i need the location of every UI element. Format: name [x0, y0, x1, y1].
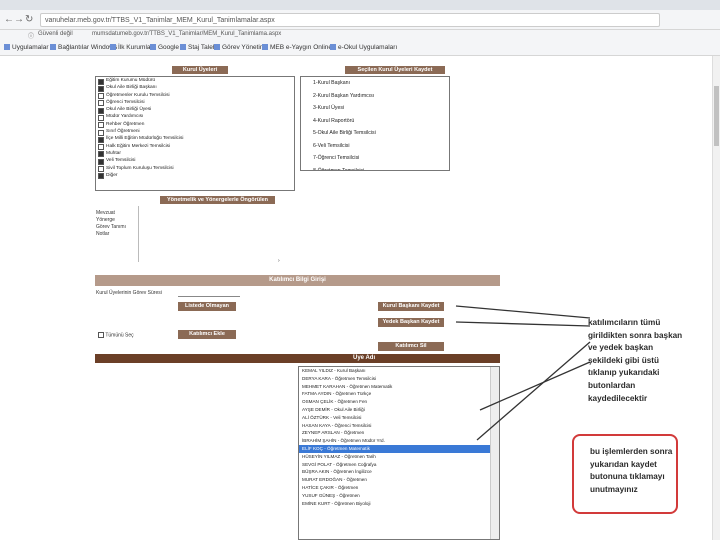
arrow-to-president — [455, 305, 591, 319]
arrow-to-list-2 — [479, 361, 591, 411]
arrow-to-vice — [455, 321, 591, 327]
arrow-to-list-1 — [476, 341, 591, 441]
reminder-note: bu işlemlerden sonra yukarıdan kaydet bu… — [572, 434, 678, 514]
instruction-note: katılımcıların tümü girildikten sonra ba… — [588, 318, 683, 403]
